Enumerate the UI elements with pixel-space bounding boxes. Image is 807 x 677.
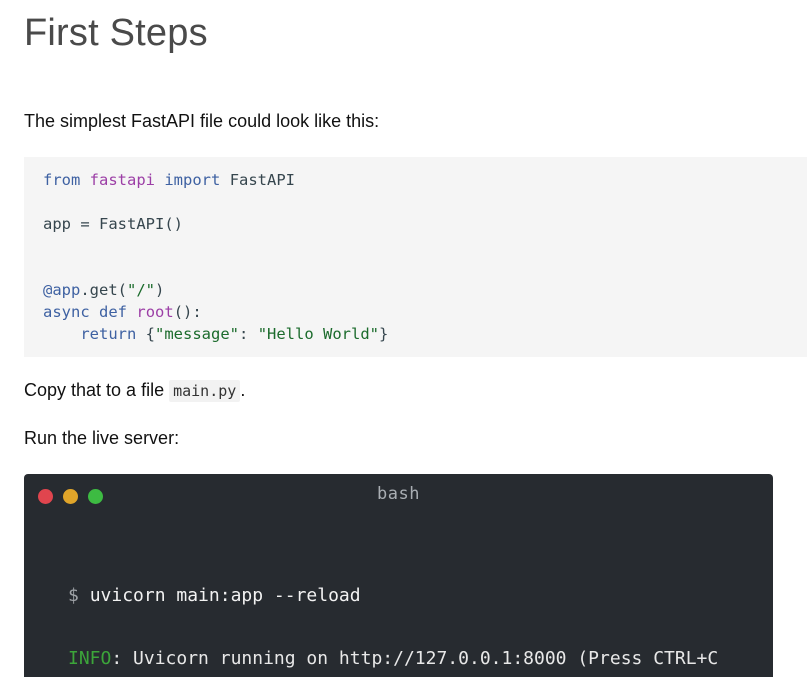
app-assignment: app = FastAPI() bbox=[43, 215, 183, 233]
terminal-output-line: INFO: Uvicorn running on http://127.0.0.… bbox=[68, 647, 718, 671]
dict-value: "Hello World" bbox=[257, 325, 380, 343]
page-title: First Steps bbox=[24, 12, 208, 54]
keyword-return: return bbox=[80, 325, 137, 343]
dict-open: { bbox=[145, 325, 156, 343]
dict-key: "message" bbox=[155, 325, 240, 343]
function-signature: (): bbox=[173, 303, 202, 321]
function-name: root bbox=[136, 303, 174, 321]
terminal-window[interactable]: bash $ uvicorn main:app --reload INFO: U… bbox=[24, 474, 773, 677]
module-name: fastapi bbox=[89, 171, 155, 189]
dict-close: } bbox=[379, 325, 389, 343]
keyword-import: import bbox=[164, 171, 221, 189]
route-path: "/" bbox=[127, 281, 155, 299]
decorator-close: ) bbox=[155, 281, 165, 299]
code-line-app: app = FastAPI() bbox=[43, 213, 183, 235]
code-line-return: return {"message": "Hello World"} bbox=[43, 323, 388, 345]
copy-paragraph: Copy that to a file main.py. bbox=[24, 380, 246, 402]
terminal-title: bash bbox=[377, 484, 420, 504]
code-line-import: from fastapi import FastAPI bbox=[43, 169, 295, 191]
decorator-name: @app bbox=[43, 281, 81, 299]
code-line-def: async def root(): bbox=[43, 301, 202, 323]
copy-suffix: . bbox=[240, 380, 246, 400]
keyword-from: from bbox=[43, 171, 81, 189]
shell-prompt: $ bbox=[68, 585, 79, 606]
shell-command: uvicorn main:app --reload bbox=[89, 585, 361, 606]
filename-inline-code: main.py bbox=[169, 380, 241, 402]
keyword-async: async bbox=[43, 303, 90, 321]
copy-prefix: Copy that to a file bbox=[24, 380, 170, 400]
dict-colon: : bbox=[239, 325, 258, 343]
log-message: : Uvicorn running on http://127.0.0.1:80… bbox=[111, 648, 719, 669]
decorator-method: .get( bbox=[80, 281, 127, 299]
terminal-command-line: $ uvicorn main:app --reload bbox=[68, 584, 361, 608]
intro-paragraph: The simplest FastAPI file could look lik… bbox=[24, 111, 380, 131]
code-line-decorator: @app.get("/") bbox=[43, 279, 164, 301]
imported-name: FastAPI bbox=[229, 171, 296, 189]
code-block[interactable]: from fastapi import FastAPI app = FastAP… bbox=[24, 157, 807, 357]
log-level-label: INFO bbox=[68, 648, 112, 669]
keyword-def: def bbox=[99, 303, 128, 321]
run-paragraph: Run the live server: bbox=[24, 428, 180, 448]
